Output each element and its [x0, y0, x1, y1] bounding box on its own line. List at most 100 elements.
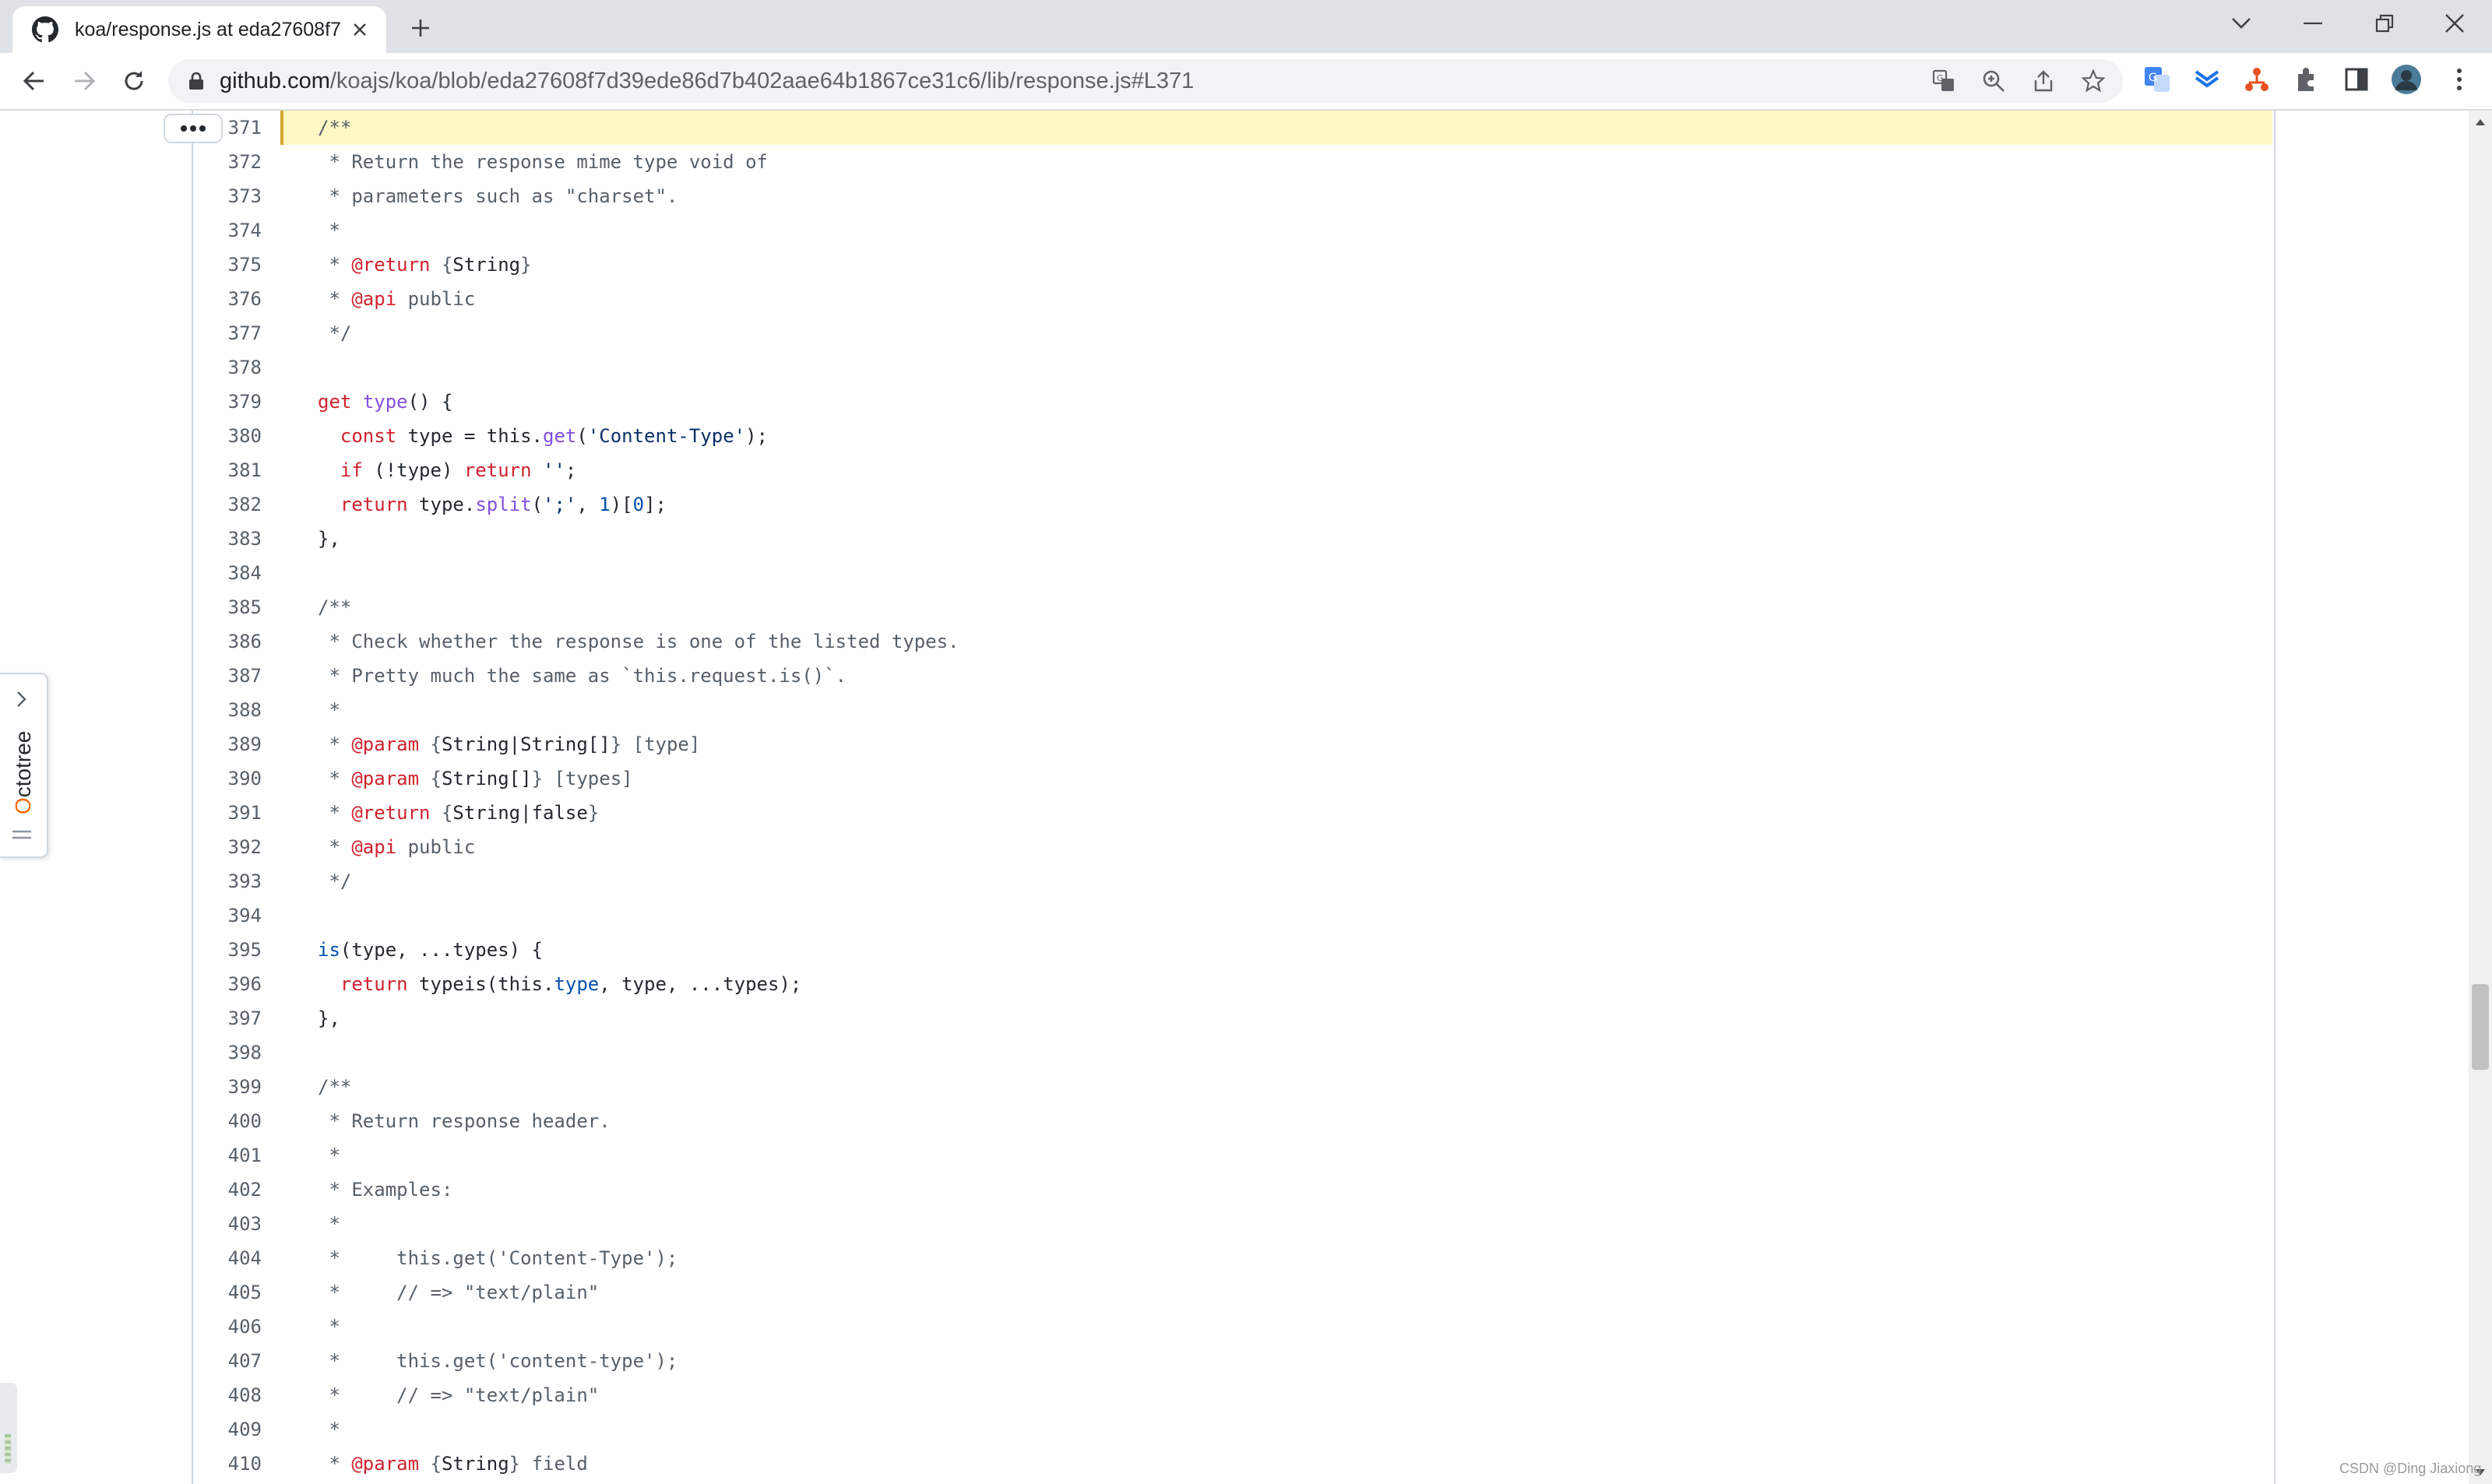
line-number[interactable]: 392 — [192, 830, 262, 864]
code-line: 374 * — [192, 213, 2272, 248]
download-extension-icon[interactable] — [2191, 64, 2223, 95]
code-line: 395 is(type, ...types) { — [192, 933, 2272, 967]
line-number[interactable]: 376 — [192, 282, 262, 316]
back-arrow-icon[interactable] — [17, 64, 51, 98]
profile-avatar[interactable] — [2391, 64, 2422, 95]
line-number[interactable]: 403 — [192, 1207, 262, 1241]
chrome-menu-icon[interactable] — [2444, 64, 2475, 95]
line-number[interactable]: 383 — [192, 522, 262, 556]
code-text: * @return {String} — [318, 254, 532, 276]
line-number[interactable]: 387 — [192, 659, 262, 693]
google-translate-extension-icon[interactable]: G — [2142, 64, 2173, 95]
side-widget[interactable] — [0, 1383, 17, 1473]
line-number[interactable]: 408 — [192, 1378, 262, 1412]
code-line: 375 * @return {String} — [192, 248, 2272, 282]
line-number[interactable]: 381 — [192, 453, 262, 487]
code-line: 377 */ — [192, 316, 2272, 350]
line-number[interactable]: 406 — [192, 1310, 262, 1344]
line-number[interactable]: 371 — [192, 111, 262, 145]
code-text: * parameters such as "charset". — [318, 185, 678, 207]
line-number[interactable]: 388 — [192, 693, 262, 727]
share-icon[interactable] — [2029, 67, 2057, 95]
zoom-icon[interactable] — [1980, 67, 2008, 95]
line-number[interactable]: 393 — [192, 864, 262, 898]
line-number[interactable]: 372 — [192, 145, 262, 179]
line-number[interactable]: 400 — [192, 1104, 262, 1138]
tab-strip: koa/response.js at eda27608f7 — [0, 0, 2492, 53]
close-tab-icon[interactable] — [347, 17, 372, 42]
translate-icon[interactable]: G — [1930, 67, 1958, 95]
page-scrollbar[interactable] — [2469, 111, 2492, 1484]
restore-icon[interactable] — [2353, 3, 2416, 44]
bookmark-star-icon[interactable] — [2079, 67, 2107, 95]
network-extension-icon[interactable] — [2241, 64, 2272, 95]
code-text: */ — [318, 322, 352, 344]
address-bar[interactable]: github.com/koajs/koa/blob/eda27608f7d39e… — [168, 59, 2123, 103]
code-line: 380 const type = this.get('Content-Type'… — [192, 419, 2272, 453]
code-text: * — [318, 1213, 340, 1235]
tab-search-chevron-icon[interactable] — [2210, 3, 2272, 44]
line-number[interactable]: 374 — [192, 213, 262, 248]
line-number[interactable]: 386 — [192, 624, 262, 659]
code-line: 407 * this.get('content-type'); — [192, 1344, 2272, 1378]
line-number[interactable]: 402 — [192, 1173, 262, 1207]
line-number[interactable]: 396 — [192, 967, 262, 1001]
line-number[interactable]: 380 — [192, 419, 262, 453]
code-text: * Return response header. — [318, 1110, 611, 1132]
line-number[interactable]: 377 — [192, 316, 262, 350]
code-line: 388 * — [192, 693, 2272, 727]
code-line: 376 * @api public — [192, 282, 2272, 316]
line-number[interactable]: 390 — [192, 761, 262, 796]
scroll-up-arrow-icon[interactable] — [2472, 114, 2489, 131]
code-text: */ — [318, 870, 352, 892]
close-window-icon[interactable] — [2423, 3, 2486, 44]
reload-icon[interactable] — [117, 64, 151, 98]
line-number[interactable]: 379 — [192, 385, 262, 419]
line-number[interactable]: 375 — [192, 248, 262, 282]
line-number[interactable]: 389 — [192, 727, 262, 761]
code-line: 392 * @api public — [192, 830, 2272, 864]
octotree-label: Octotree — [11, 730, 35, 814]
line-number[interactable]: 373 — [192, 179, 262, 213]
extensions-puzzle-icon[interactable] — [2291, 64, 2322, 95]
line-number[interactable]: 398 — [192, 1036, 262, 1070]
forward-arrow-icon[interactable] — [67, 64, 101, 98]
code-text: * — [318, 699, 340, 721]
url-text[interactable]: github.com/koajs/koa/blob/eda27608f7d39e… — [220, 69, 1194, 94]
drag-handle-icon[interactable] — [11, 827, 33, 846]
line-number[interactable]: 385 — [192, 590, 262, 624]
code-line: 409 * — [192, 1412, 2272, 1447]
new-tab-icon[interactable] — [403, 11, 438, 45]
code-line: 404 * this.get('Content-Type'); — [192, 1241, 2272, 1275]
line-number[interactable]: 395 — [192, 933, 262, 967]
code-text: if (!type) return ''; — [340, 459, 577, 481]
line-number[interactable]: 410 — [192, 1447, 262, 1481]
line-number[interactable]: 378 — [192, 350, 262, 385]
line-number[interactable]: 384 — [192, 556, 262, 590]
line-number[interactable]: 399 — [192, 1070, 262, 1104]
line-number[interactable]: 394 — [192, 898, 262, 933]
scrollbar-thumb[interactable] — [2472, 984, 2489, 1070]
minimize-icon[interactable] — [2282, 3, 2344, 44]
side-panel-icon[interactable] — [2341, 64, 2372, 95]
chevron-right-icon[interactable] — [14, 690, 30, 712]
code-text: /** — [318, 596, 352, 618]
line-number[interactable]: 405 — [192, 1275, 262, 1310]
line-number[interactable]: 401 — [192, 1138, 262, 1173]
octotree-toggle[interactable]: Octotree — [0, 673, 48, 858]
code-line: 406 * — [192, 1310, 2272, 1344]
code-text: * — [318, 220, 340, 241]
line-number[interactable]: 404 — [192, 1241, 262, 1275]
line-number[interactable]: 397 — [192, 1001, 262, 1036]
code-text: }, — [318, 528, 340, 550]
code-text: * // => "text/plain" — [318, 1384, 600, 1406]
line-number[interactable]: 382 — [192, 487, 262, 522]
browser-tab[interactable]: koa/response.js at eda27608f7 — [12, 6, 386, 53]
line-number[interactable]: 407 — [192, 1344, 262, 1378]
code-line: 378 — [192, 350, 2272, 385]
code-line: 391 * @return {String|false} — [192, 796, 2272, 830]
line-number[interactable]: 409 — [192, 1412, 262, 1447]
lock-icon[interactable] — [185, 70, 207, 92]
line-number[interactable]: 391 — [192, 796, 262, 830]
code-line: 379 get type() { — [192, 385, 2272, 419]
